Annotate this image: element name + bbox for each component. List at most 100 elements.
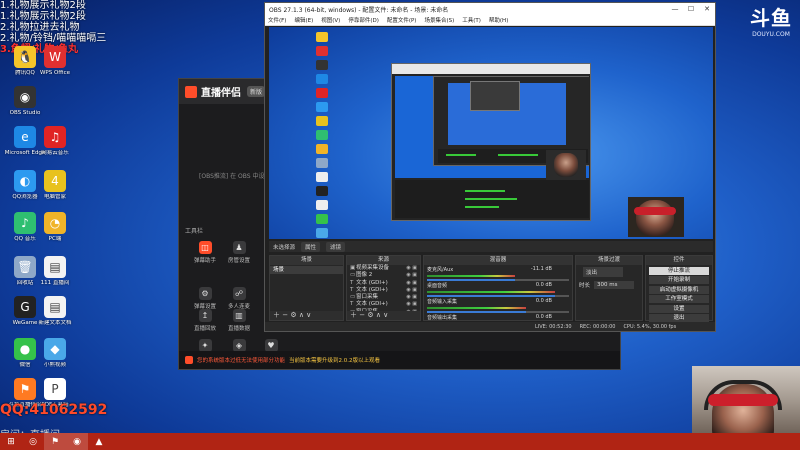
taskbar-button[interactable]: ◉ [66, 433, 88, 450]
mixer-channel-db: 0.0 dB [535, 282, 552, 288]
menu-item[interactable]: 帮助(H) [489, 16, 508, 24]
menu-item[interactable]: 文件(F) [268, 16, 286, 24]
obs-title: OBS 27.1.3 (64-bit, windows) - 配置文件: 未命名… [269, 6, 449, 14]
nested-meter [446, 154, 476, 156]
menu-item[interactable]: 编辑(E) [294, 16, 313, 24]
taskbar-button[interactable]: ⊞ [0, 433, 22, 450]
close-icon[interactable]: ✕ [699, 5, 715, 13]
overlay-line: 1.礼物展示礼物2段 [0, 0, 86, 11]
sources-dock-title: 来源 [347, 256, 420, 265]
desktop-icon-netease[interactable]: ♫ 网易云音乐 [32, 126, 78, 157]
taskbar-button[interactable]: ◎ [22, 433, 44, 450]
taskbar-button[interactable]: ⚑ [44, 433, 66, 450]
desktop-icon-video[interactable]: ◆ 小熊视频 [32, 338, 78, 369]
desktop-icon-label: WPS Office [39, 70, 71, 76]
visibility-lock-icon[interactable]: ◉ ▣ [406, 301, 417, 308]
obs-preview[interactable] [269, 27, 713, 239]
maximize-icon[interactable]: ☐ [683, 5, 699, 13]
preview-desktop-icon [316, 144, 328, 154]
desktop-icon-label: PC端 [48, 236, 62, 242]
properties-button[interactable]: 属性 [301, 241, 321, 252]
desktop-icon-label: OBS Studio [9, 110, 41, 116]
audio-meter [427, 307, 527, 309]
taskbar-button[interactable]: ▲ [88, 433, 110, 450]
desktop-icon-pc-manager[interactable]: 4 电脑管家 [32, 170, 78, 201]
mixer-channel-db: 0.0 dB [535, 314, 552, 320]
zhibo-tool-icon: ◫ [198, 241, 212, 254]
mixer-channel: 音频输入采集 0.0 dB [424, 297, 572, 313]
desktop-icon-label: 新建文本文档 [38, 320, 72, 326]
zhibo-tool-button[interactable]: ▥ 直播数据 [219, 309, 259, 332]
source-name: 图像 2 [356, 272, 373, 279]
control-button[interactable]: 设置 [649, 304, 709, 313]
desktop-icon-label: 电脑管家 [43, 194, 66, 200]
preview-desktop-icon [316, 88, 328, 98]
sources-list: ▣ 视频采集设备 ◉ ▣ ▭ 图像 2 ◉ ▣ T 文本 (GDI+) ◉ ▣ T 文本 (GDI+… [347, 265, 420, 316]
zhibo-tool-label: 直播数据 [227, 326, 250, 332]
source-name: 文本 (GDI+) [356, 301, 388, 308]
wps-icon: W [44, 46, 66, 68]
desktop-icon-wps[interactable]: W WPS Office [32, 46, 78, 77]
rec-status: REC: 00:00:00 [579, 323, 616, 330]
desktop-icon-doc1[interactable]: ▤ 111 直播间 [32, 256, 78, 287]
douyu-url: DOUYU.COM [752, 31, 790, 38]
desktop-icon-doc2[interactable]: ▤ 新建文本文档 [32, 296, 78, 327]
mixer-dock: 混音器 麦克风/Aux -11.1 dB 桌面音频 0.0 dB 音频输入采集 0.0 d… [423, 255, 573, 329]
netease-icon: ♫ [44, 126, 66, 148]
audio-meter [427, 291, 555, 293]
control-button[interactable]: 退出 [649, 314, 709, 322]
menu-item[interactable]: 配置文件(P) [387, 16, 417, 24]
desktop-icon-label: 网易云音乐 [41, 150, 69, 156]
control-button[interactable]: 工作室模式 [649, 295, 709, 303]
source-item[interactable]: ▭ 图像 2 ◉ ▣ [347, 272, 420, 279]
obs-statusbar: LIVE: 00:52:30 REC: 00:00:00 CPU: 5.4%, … [265, 322, 715, 331]
scene-item[interactable]: 场景 [270, 266, 343, 274]
nested-obs-docks [395, 180, 589, 218]
visibility-lock-icon[interactable]: ◉ ▣ [406, 287, 417, 294]
zhibo-footer-icon [185, 356, 193, 364]
control-button[interactable]: 停止推流 [649, 266, 709, 275]
zhibo-footer-update[interactable]: 当前版本需要升级到2.0.2版以上观看 [289, 356, 380, 364]
filters-button[interactable]: 滤镜 [326, 241, 346, 252]
desktop-icon-label: 111 直播间 [40, 280, 70, 286]
control-button[interactable]: 启动虚拟摄像机 [649, 285, 709, 294]
qq-watermark: QQ:41062592 [0, 402, 108, 418]
nested-level3-window [470, 81, 520, 111]
scenes-dock-buttons[interactable]: ＋ − ⚙ ∧ ∨ [270, 311, 343, 320]
zhibo-footer-warning: 您的系统版本过低无法使用部分功能 [197, 358, 286, 364]
preview-desktop-icon [316, 116, 328, 126]
duration-input[interactable]: 300 ms [594, 281, 635, 289]
menu-item[interactable]: 停靠部件(D) [348, 16, 379, 24]
visibility-lock-icon[interactable]: ◉ ▣ [406, 272, 417, 279]
control-button[interactable]: 开始录制 [649, 276, 709, 284]
mixer-channel-name: 麦克风/Aux [427, 267, 454, 273]
desktop-icon-huya[interactable]: ◔ PC端 [32, 212, 78, 243]
overlay-line: 1.礼物展示礼物2段 [0, 11, 86, 22]
preview-desktop-icon [316, 102, 328, 112]
zhibo-tool-icon: ⚙ [198, 287, 212, 300]
zhibo-tool-button[interactable]: ☍ 多人连麦 [219, 287, 259, 310]
menu-item[interactable]: 工具(T) [462, 16, 481, 24]
nested-meter [465, 198, 517, 200]
controls-dock-title: 控件 [646, 256, 712, 265]
zhibo-logo-icon [185, 85, 197, 98]
desktop-icon-obs[interactable]: ◉ OBS Studio [2, 86, 48, 117]
menu-item[interactable]: 视图(V) [321, 16, 340, 24]
transition-select[interactable]: 淡出 [583, 267, 623, 277]
doc1-icon: ▤ [44, 256, 66, 278]
sources-dock-buttons[interactable]: ＋ − ⚙ ∧ ∨ [347, 311, 420, 320]
nested-meter [465, 190, 505, 192]
obs-menubar: 文件(F) 编辑(E) 视图(V) 停靠部件(D) 配置文件(P) 场景集合(S) 工具(T… [265, 15, 715, 26]
source-item[interactable]: T 文本 (GDI+) ◉ ▣ [347, 280, 420, 287]
mixer-channel-db: -11.1 dB [530, 266, 552, 272]
minimize-icon[interactable]: — [667, 5, 683, 13]
no-source-label: 未选择源 [273, 244, 296, 251]
source-item[interactable]: T 文本 (GDI+) ◉ ▣ [347, 301, 420, 308]
visibility-lock-icon[interactable]: ◉ ▣ [406, 265, 417, 272]
live-status: LIVE: 00:52:30 [535, 323, 572, 330]
zhibo-tool-icon: ↥ [198, 309, 212, 322]
visibility-lock-icon[interactable]: ◉ ▣ [406, 294, 417, 301]
visibility-lock-icon[interactable]: ◉ ▣ [406, 280, 417, 287]
zhibo-version-badge: 新版 [247, 86, 266, 97]
menu-item[interactable]: 场景集合(S) [424, 16, 454, 24]
